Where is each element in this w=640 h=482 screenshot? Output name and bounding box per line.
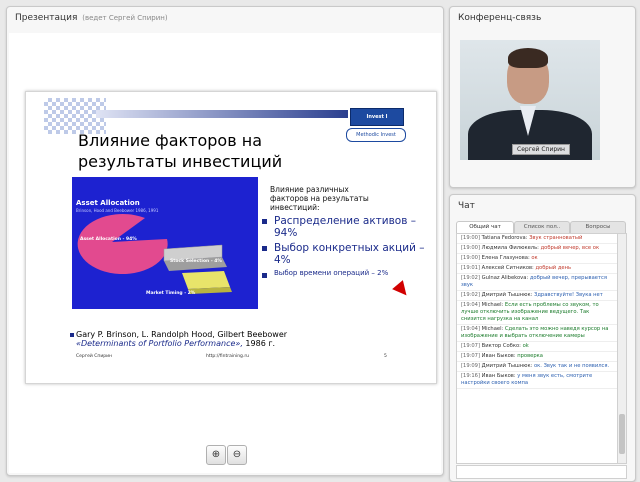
chat-message: [19:02] Gulnaz Alibekova: добрый вечер, … — [457, 274, 617, 291]
chat-message: [19:16] Иван Быков: у меня звук есть, см… — [457, 372, 617, 389]
chat-message-list[interactable]: [19:00] Tatiana Fedorova: Звук страннова… — [456, 233, 618, 464]
label-stock-selection: Stock Selection - 4% — [170, 259, 222, 264]
chat-message: [19:07] Виктор Собко: ok — [457, 342, 617, 352]
chat-message: [19:00] Tatiana Fedorova: Звук страннова… — [457, 234, 617, 244]
slice-asset-allocation — [77, 214, 168, 275]
tab-questions[interactable]: Вопросы — [570, 221, 626, 233]
zoom-out-button[interactable]: ⊖ — [227, 445, 247, 465]
chat-message: [19:00] Людмила Филюкель: добрый вечер, … — [457, 244, 617, 254]
tab-participants[interactable]: Список пол.. — [514, 221, 570, 233]
chart-graphic — [77, 214, 232, 294]
tab-general-chat[interactable]: Общий чат — [456, 221, 514, 233]
presentation-slide: Invest I Methodic Invest Влияние факторо… — [25, 91, 437, 384]
presentation-title-text: Презентация — [15, 13, 78, 23]
message-author: Иван Быков: — [481, 353, 518, 359]
slide-reference: Gary P. Brinson, L. Randolph Hood, Gilbe… — [70, 330, 406, 348]
message-author: Michael: — [481, 302, 505, 308]
slide-title-line2: результаты инвестиций — [78, 152, 283, 171]
message-time: [19:00] — [461, 245, 482, 251]
chat-scrollbar[interactable] — [617, 233, 627, 464]
logo-badge: Invest I — [350, 108, 404, 126]
message-text: Здравствуйте! Звука нет — [534, 292, 603, 298]
reference-authors: Gary P. Brinson, L. Randolph Hood, Gilbe… — [76, 330, 288, 339]
message-text: добрый вечер, все ок — [540, 245, 600, 251]
chart-subtitle: Brinson, Hood and Beebower 1986, 1991 — [76, 208, 159, 213]
slide-title: Влияние факторов на результаты инвестици… — [78, 130, 328, 172]
reference-title: «Determinants of Portfolio Performance», — [76, 339, 243, 348]
bullet-market-timing: Выбор времени операций – 2% — [258, 269, 428, 278]
pointer-cursor-icon — [392, 280, 412, 300]
slide-logo: Invest I Methodic Invest — [342, 106, 408, 148]
video-name-label: Сергей Спирин — [512, 144, 570, 155]
footer-url: http://fintraining.ru — [206, 354, 250, 359]
chart-title: Asset Allocation — [76, 199, 140, 207]
chat-message: [19:07] Иван Быков: проверка — [457, 352, 617, 362]
message-time: [19:04] — [461, 326, 482, 332]
slice-market-timing — [182, 271, 230, 289]
message-author: Michael: — [481, 326, 505, 332]
footer-author: Сергей Спирин — [76, 354, 112, 359]
message-author: Алексей Ситников: — [481, 265, 536, 271]
chat-message: [19:01] Алексей Ситников: добрый день — [457, 264, 617, 274]
message-time: [19:07] — [461, 353, 482, 359]
message-time: [19:16] — [461, 373, 482, 379]
message-time: [19:07] — [461, 343, 482, 349]
slide-bullets: Влияние различных факторов на результаты… — [258, 185, 428, 278]
message-time: [19:02] — [461, 275, 482, 281]
bullet-stock-selection: Выбор конкретных акций – 4% — [258, 242, 428, 266]
slide-decor-bar — [96, 110, 348, 118]
message-time: [19:09] — [461, 363, 482, 369]
chat-panel: Чат Общий чат Список пол.. Вопросы [19:0… — [449, 194, 636, 482]
message-time: [19:01] — [461, 265, 482, 271]
chat-message: [19:04] Michael: Если есть проблемы со з… — [457, 301, 617, 325]
label-market-timing: Market Timing - 2% — [146, 291, 196, 296]
slide-footer: Сергей Спирин http://fintraining.ru 5 — [76, 354, 387, 359]
message-time: [19:04] — [461, 302, 482, 308]
message-text: проверка — [517, 353, 543, 359]
chat-tabs: Общий чат Список пол.. Вопросы — [456, 221, 626, 233]
message-time: [19:00] — [461, 235, 482, 241]
conference-video[interactable]: Сергей Спирин — [460, 40, 600, 160]
slide-title-line1: Влияние факторов на — [78, 131, 262, 150]
message-author: Дмитрий Тышнюк: — [481, 292, 534, 298]
message-text: ок. Звук так и не появился. — [534, 363, 610, 369]
message-author: Tatiana Fedorova: — [481, 235, 530, 241]
chat-title: Чат — [458, 201, 475, 211]
zoom-out-icon: ⊖ — [232, 449, 242, 460]
chat-message: [19:04] Michael: Сделать это можно навед… — [457, 325, 617, 342]
message-time: [19:00] — [461, 255, 482, 261]
chat-message: [19:09] Дмитрий Тышнюк: ок. Звук так и н… — [457, 362, 617, 372]
chat-input[interactable] — [456, 465, 627, 479]
bullet-asset-allocation: Распределение активов – 94% — [258, 215, 428, 239]
reference-bullet — [70, 333, 74, 337]
message-time: [19:02] — [461, 292, 482, 298]
footer-page-number: 5 — [384, 354, 387, 359]
logo-name: Methodic Invest — [346, 128, 406, 142]
slide-chart: Asset Allocation Brinson, Hood and Beebo… — [72, 177, 258, 309]
chat-scroll-thumb[interactable] — [619, 414, 625, 454]
message-text: ок — [531, 255, 538, 261]
video-person-hair — [508, 48, 548, 68]
message-author: Виктор Собко: — [481, 343, 523, 349]
presentation-title: Презентация (ведет Сергей Спирин) — [15, 13, 168, 23]
reference-year: 1986 г. — [242, 339, 276, 348]
conference-title: Конференц-связь — [458, 13, 542, 23]
message-author: Людмила Филюкель: — [481, 245, 541, 251]
message-author: Дмитрий Тышнюк: — [481, 363, 534, 369]
zoom-in-icon: ⊕ — [211, 449, 221, 460]
presentation-subtitle: (ведет Сергей Спирин) — [82, 14, 168, 22]
message-author: Елена Глазунова: — [481, 255, 532, 261]
message-author: Иван Быков: — [481, 373, 518, 379]
message-author: Gulnaz Alibekova: — [481, 275, 530, 281]
message-text: добрый день — [535, 265, 572, 271]
chat-message: [19:00] Елена Глазунова: ок — [457, 254, 617, 264]
message-text: ok — [522, 343, 529, 349]
zoom-in-button[interactable]: ⊕ — [206, 445, 226, 465]
bullets-intro: Влияние различных факторов на результаты… — [270, 185, 369, 212]
label-asset-allocation: Asset Allocation - 94% — [80, 237, 137, 242]
message-text: Звук странноватый — [529, 235, 583, 241]
chat-message: [19:02] Дмитрий Тышнюк: Здравствуйте! Зв… — [457, 291, 617, 301]
